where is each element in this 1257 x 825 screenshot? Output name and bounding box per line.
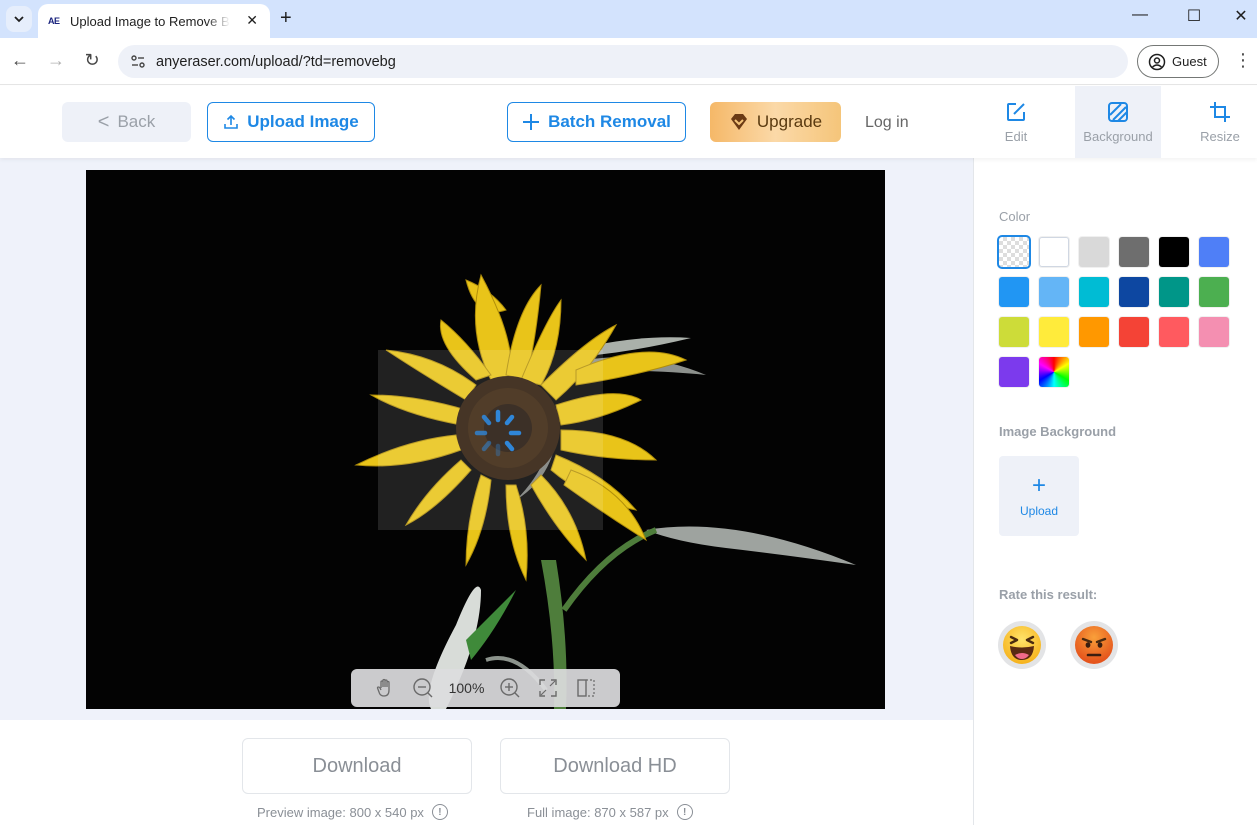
site-info-icon[interactable] [128,52,148,72]
upload-icon [224,114,239,129]
back-button[interactable]: < Back [62,102,191,142]
zoom-in-icon[interactable] [498,676,522,700]
tab-title: Upload Image to Remove Bg [70,13,230,29]
rate-good-button[interactable] [998,621,1046,669]
color-swatch-light-gray[interactable] [1079,237,1109,267]
browser-toolbar: ← → ↻ anyeraser.com/upload/?td=removebg … [0,38,1257,85]
image-preview[interactable]: 100% [86,170,885,709]
color-swatch-lime[interactable] [999,317,1029,347]
color-swatch-navy[interactable] [1119,277,1149,307]
full-size-note: Full image: 870 x 587 px ! [527,804,693,820]
color-swatch-black[interactable] [1159,237,1189,267]
login-link[interactable]: Log in [865,114,909,132]
color-swatch-custom-color[interactable] [1039,357,1069,387]
download-hd-button[interactable]: Download HD [500,738,730,794]
chevron-down-icon [14,16,24,23]
batch-removal-label: Batch Removal [548,112,671,131]
chevron-left-icon: < [97,110,110,133]
laughing-emoji-icon [1003,626,1041,664]
reload-icon[interactable]: ↻ [80,50,104,71]
info-icon[interactable]: ! [676,804,693,820]
upgrade-label: Upgrade [756,112,823,131]
tab-background[interactable]: Background [1075,86,1161,158]
background-upload-label: Upload [1019,504,1059,518]
plus-icon: + [1031,472,1046,499]
batch-removal-button[interactable]: Batch Removal [507,102,686,142]
color-swatch-red[interactable] [1119,317,1149,347]
plus-icon [523,114,540,130]
tab-search-button[interactable] [6,6,32,32]
color-swatch-transparent[interactable] [997,235,1031,269]
address-bar[interactable]: anyeraser.com/upload/?td=removebg [118,45,1128,78]
forward-arrow-icon[interactable]: → [44,50,68,71]
upload-image-label: Upload Image [247,112,359,131]
color-swatch-sky-blue[interactable] [999,277,1029,307]
compare-icon[interactable] [574,676,598,700]
color-swatch-purple[interactable] [999,357,1029,387]
app-header: < Back Upload Image Batch Removal Upgrad… [0,86,1257,158]
color-swatch-coral[interactable] [1159,317,1189,347]
canvas-area: 100% [0,158,973,720]
diamond-icon [730,114,747,130]
full-size-text: Full image: 870 x 587 px [527,804,669,820]
color-label: Color [999,209,1031,224]
upload-image-button[interactable]: Upload Image [207,102,375,142]
browser-tabstrip: AE Upload Image to Remove Bg ✕ + — ☐ ✕ [0,0,1257,38]
account-circle-icon [1148,53,1166,70]
close-icon[interactable]: ✕ [246,12,258,29]
edit-icon [1007,102,1025,121]
crop-icon [1210,101,1230,122]
back-label: Back [117,112,156,131]
zoom-out-icon[interactable] [411,676,435,700]
color-swatch-gray[interactable] [1119,237,1149,267]
background-icon [1108,101,1128,122]
minimize-icon[interactable]: — [1128,6,1152,24]
color-swatch-green[interactable] [1199,277,1229,307]
angry-emoji-icon [1075,626,1113,664]
hand-icon[interactable] [373,676,397,700]
color-swatch-cyan[interactable] [1079,277,1109,307]
more-vertical-icon[interactable]: ⋮ [1234,50,1252,71]
download-button[interactable]: Download [242,738,472,794]
maximize-icon[interactable]: ☐ [1182,6,1206,26]
preview-size-text: Preview image: 800 x 540 px [257,804,424,820]
fit-screen-icon[interactable] [536,676,560,700]
rate-result-label: Rate this result: [999,587,1098,602]
anyeraser-favicon-icon: AE [48,16,60,26]
tab-resize-label: Resize [1200,128,1240,144]
image-background-label: Image Background [999,424,1117,439]
preview-size-note: Preview image: 800 x 540 px ! [257,804,448,820]
info-icon[interactable]: ! [431,804,448,820]
background-upload-button[interactable]: + Upload [999,456,1079,536]
color-swatch-light-blue[interactable] [1039,277,1069,307]
zoom-level: 100% [448,680,485,696]
color-swatch-grid [997,235,1229,387]
back-arrow-icon[interactable]: ← [8,50,32,71]
download-area: Download Preview image: 800 x 540 px ! D… [0,720,973,825]
tab-background-label: Background [1083,128,1153,144]
color-swatch-teal[interactable] [1159,277,1189,307]
color-swatch-blue[interactable] [1199,237,1229,267]
zoom-toolbar: 100% [351,669,620,707]
color-swatch-orange[interactable] [1079,317,1109,347]
url-text[interactable]: anyeraser.com/upload/?td=removebg [156,54,396,70]
tab-resize[interactable]: Resize [1177,86,1257,158]
profile-button[interactable]: Guest [1137,45,1219,78]
close-window-icon[interactable]: ✕ [1229,6,1253,26]
sunflower-image [86,170,885,709]
browser-tab-active[interactable]: AE Upload Image to Remove Bg ✕ [38,4,270,38]
color-swatch-white[interactable] [1039,237,1069,267]
profile-label: Guest [1172,54,1207,69]
tab-edit[interactable]: Edit [973,86,1059,158]
upgrade-button[interactable]: Upgrade [710,102,841,142]
color-swatch-pink[interactable] [1199,317,1229,347]
background-sidebar: Color Image Background + Upload Rate thi… [973,158,1257,825]
color-swatch-yellow[interactable] [1039,317,1069,347]
tab-edit-label: Edit [1004,128,1028,144]
new-tab-button[interactable]: + [280,7,292,30]
rate-bad-button[interactable] [1070,621,1118,669]
